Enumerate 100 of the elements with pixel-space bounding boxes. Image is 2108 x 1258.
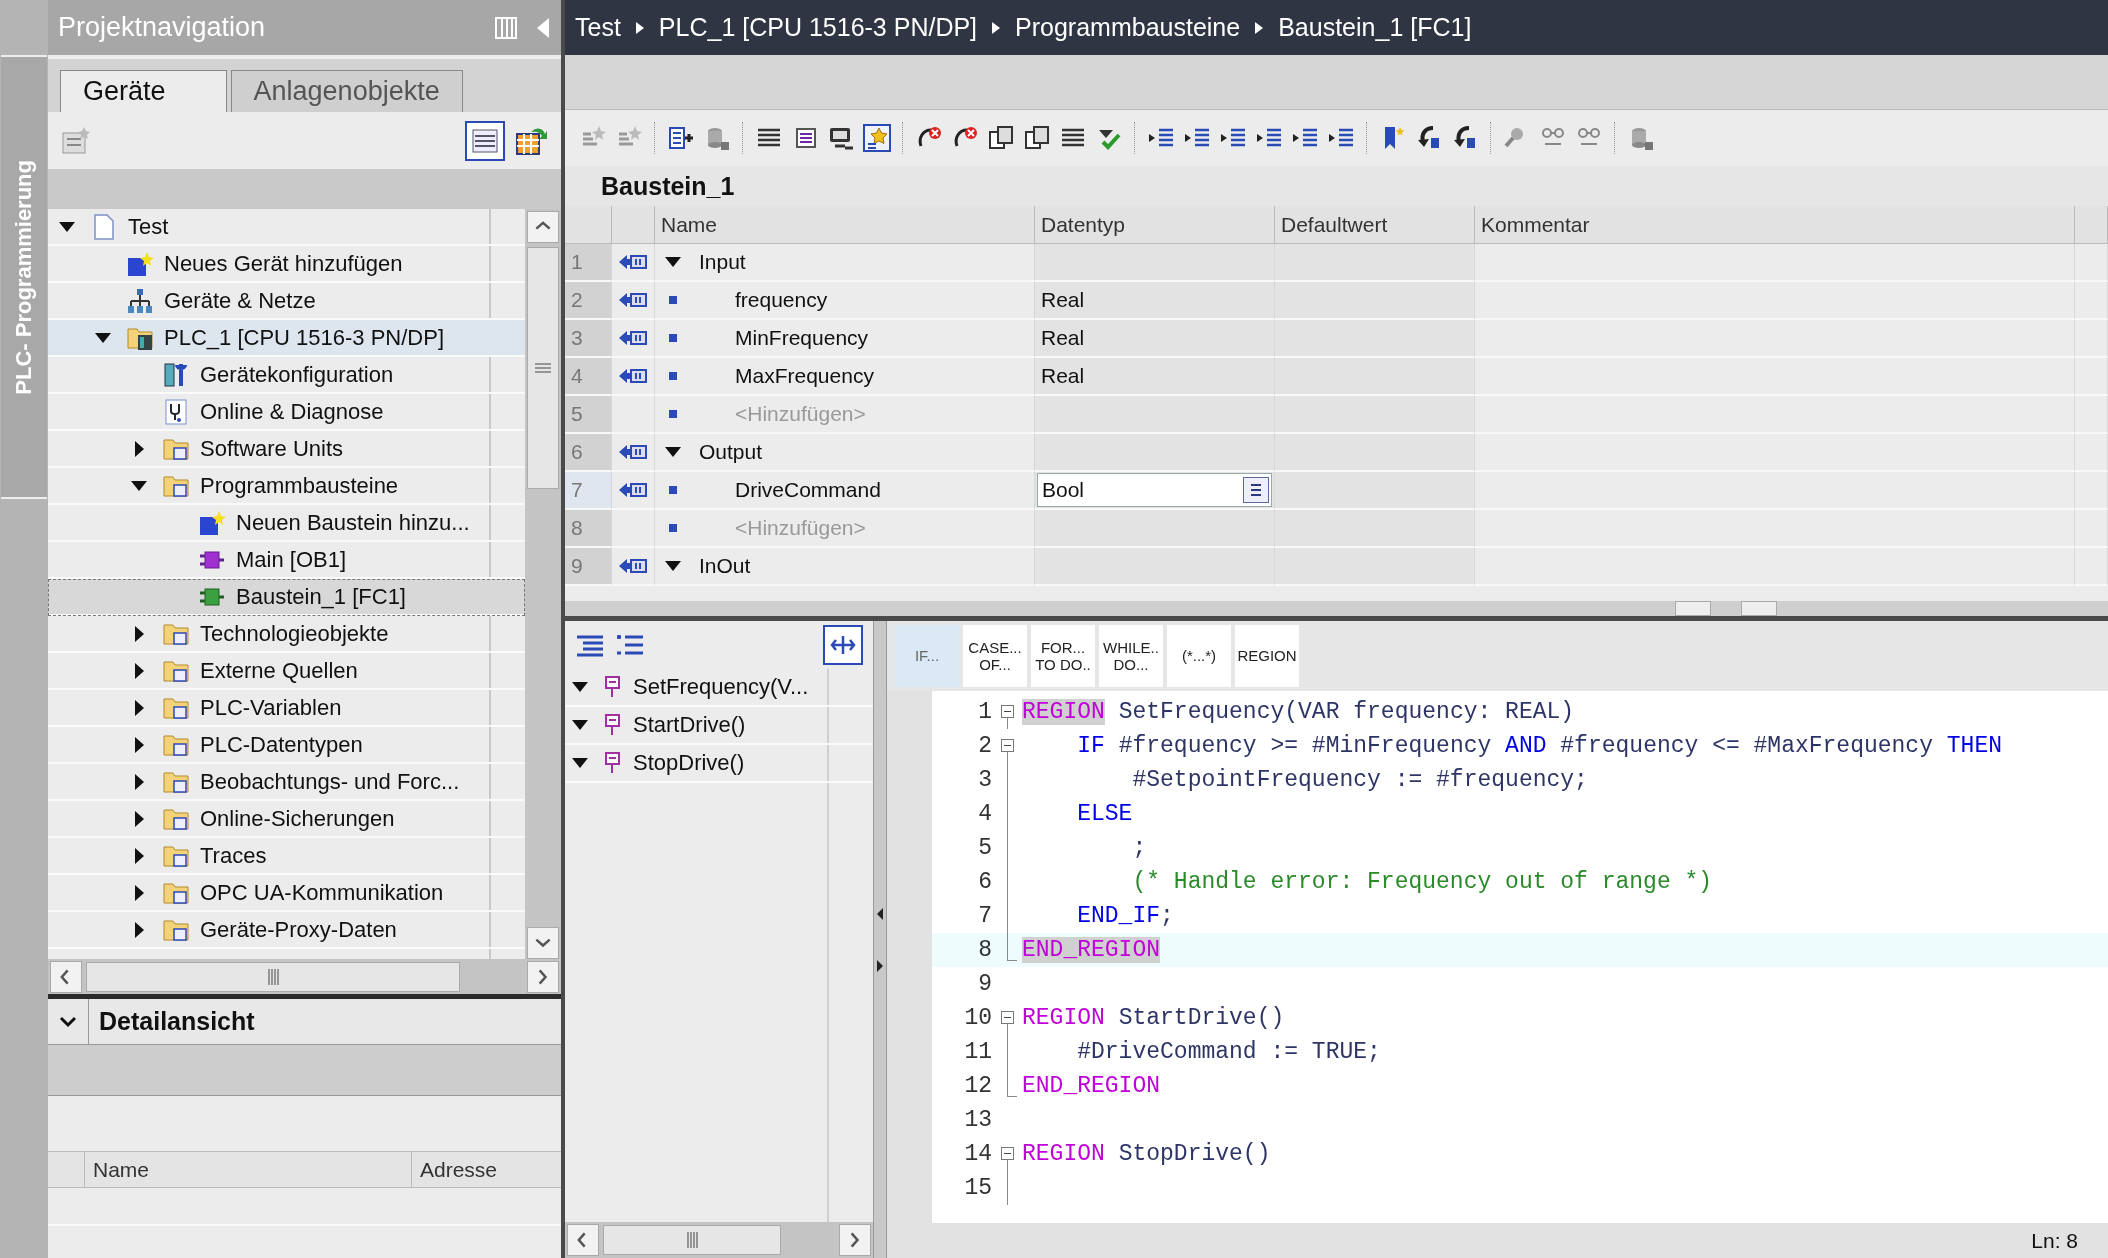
scrollbar-thumb[interactable] [86,961,460,992]
scroll-left-button[interactable] [50,960,82,993]
snippet-button[interactable]: FOR... TO DO.. [1031,625,1095,687]
expand-arrow-icon[interactable] [134,699,144,716]
snippet-button[interactable]: IF... [895,625,959,687]
expand-arrow-icon[interactable] [134,625,144,642]
code-token: #frequency <= #MaxFrequency [1559,733,1934,759]
breadcrumb-item[interactable]: Test [575,13,621,42]
chevron-icon[interactable] [58,1015,78,1028]
row-number: 5 [565,396,612,434]
copy-icon[interactable] [987,124,1015,152]
scrollbar-track[interactable] [565,1222,873,1258]
line-number: 6 [977,869,992,895]
tree-item[interactable]: Externe Quellen [48,653,525,690]
snippet-button[interactable]: REGION [1235,625,1299,687]
tree-item[interactable]: Gerätekonfiguration [48,357,525,394]
datatype-field[interactable]: Bool [1037,473,1272,507]
scrollbar-track[interactable] [48,959,561,994]
expand-arrow-icon[interactable] [134,440,144,457]
outdent-lines-icon[interactable] [615,632,645,658]
tree-item[interactable]: Technologieobjekte [48,616,525,653]
tree-item[interactable]: Programmbausteine [48,468,525,505]
collapse-arrow-icon[interactable] [131,480,147,491]
collapse-arrow-icon[interactable] [59,221,75,232]
tree-item[interactable]: PLC-Variablen [48,690,525,727]
scroll-down-button[interactable] [527,927,559,959]
fold-line [1007,1035,1008,1069]
tree-item[interactable]: Online & Diagnose [48,394,525,431]
column-header[interactable]: Defaultwert [1275,206,1475,244]
column-header[interactable]: Datentyp [1035,206,1275,244]
fold-toggle-icon[interactable] [1001,1011,1014,1024]
collapse-left-icon[interactable] [876,907,884,920]
column-header[interactable]: Adresse [411,1152,560,1187]
list-view-icon[interactable] [465,120,505,161]
column-header[interactable]: Name [655,206,1035,244]
scrollbar-thumb[interactable] [603,1225,781,1255]
collapse-arrow-icon[interactable] [572,758,588,768]
tree-item[interactable]: Neuen Baustein hinzu... [48,505,525,542]
grip-icon [534,362,552,374]
bullet-icon [669,410,677,418]
tree-item-label: OPC UA-Kommunikation [200,879,444,906]
breadcrumb-item[interactable]: Programmbausteine [1015,13,1241,42]
fold-toggle-icon[interactable] [1001,705,1014,718]
tab[interactable]: Anlagenobjekte [230,70,463,112]
expand-arrow-icon[interactable] [134,662,144,679]
breadcrumb-item[interactable]: Baustein_1 [FC1] [1278,13,1472,42]
stethoscope-icon [162,397,190,426]
column-header[interactable]: Kommentar [1475,206,2075,244]
tree-item[interactable]: PLC-Datentypen [48,727,525,764]
tree-item[interactable]: PLC_1 [CPU 1516-3 PN/DP] [48,320,525,357]
interface-icon [618,557,648,575]
breadcrumb-item[interactable]: PLC_1 [CPU 1516-3 PN/DP] [658,13,978,42]
column-header[interactable]: Name [84,1152,411,1187]
snippet-button[interactable]: WHILE.. DO... [1099,625,1163,687]
expand-arrow-icon[interactable] [134,847,144,864]
table-cell [2075,358,2108,396]
fold-toggle-icon[interactable] [1001,1147,1014,1160]
collapse-arrow-icon[interactable] [665,561,681,571]
block-title: Baustein_1 [601,171,735,201]
tree-item[interactable]: Beobachtungs- und Forc... [48,764,525,801]
tree-item[interactable]: Test [48,209,525,246]
code-token: REGION [1022,1005,1105,1031]
scroll-up-button[interactable] [527,211,559,243]
breadcrumb-arrow-icon [991,21,1002,34]
tree-item[interactable]: Software Units [48,431,525,468]
breadcrumb-arrow-icon [634,21,645,34]
list-icon [1249,482,1263,498]
scroll-right-button[interactable] [527,960,559,993]
collapse-arrow-icon[interactable] [95,332,111,343]
scrollbar-thumb[interactable] [527,247,559,489]
collapse-arrow-icon[interactable] [572,682,588,692]
outline-item[interactable]: StopDrive() [565,745,873,783]
tree-item[interactable]: OPC UA-Kommunikation [48,875,525,912]
insert-row-icon[interactable] [667,124,695,152]
outline-item[interactable]: SetFrequency(V... [565,669,873,707]
expand-right-icon[interactable] [876,959,884,972]
collapse-arrow-icon[interactable] [665,257,681,267]
code-editor[interactable] [932,691,2108,1223]
sync-button[interactable] [823,625,863,665]
list-button[interactable] [1243,477,1269,503]
tree-item[interactable]: Traces [48,838,525,875]
copy-icon[interactable] [1023,124,1051,152]
tab[interactable]: Geräte [60,70,227,112]
snippet-button[interactable]: (*...*) [1167,625,1231,687]
collapse-arrow-icon[interactable] [665,447,681,457]
scroll-left-button[interactable] [567,1224,599,1256]
tree-item[interactable]: Online-Sicherungen [48,801,525,838]
expand-arrow-icon[interactable] [134,736,144,753]
tree-item[interactable]: Neues Gerät hinzufügen [48,246,525,283]
expand-arrow-icon[interactable] [134,810,144,827]
expand-arrow-icon[interactable] [134,773,144,790]
expand-arrow-icon[interactable] [134,921,144,938]
collapse-arrow-icon[interactable] [572,720,588,730]
snippet-button[interactable]: CASE... OF... [963,625,1027,687]
fold-toggle-icon[interactable] [1001,739,1014,752]
scroll-right-button[interactable] [839,1224,871,1256]
tree-item[interactable]: Baustein_1 [FC1] [48,579,525,616]
tree-item[interactable]: Geräte-Proxy-Daten [48,912,525,949]
expand-arrow-icon[interactable] [134,884,144,901]
outline-item[interactable]: StartDrive() [565,707,873,745]
